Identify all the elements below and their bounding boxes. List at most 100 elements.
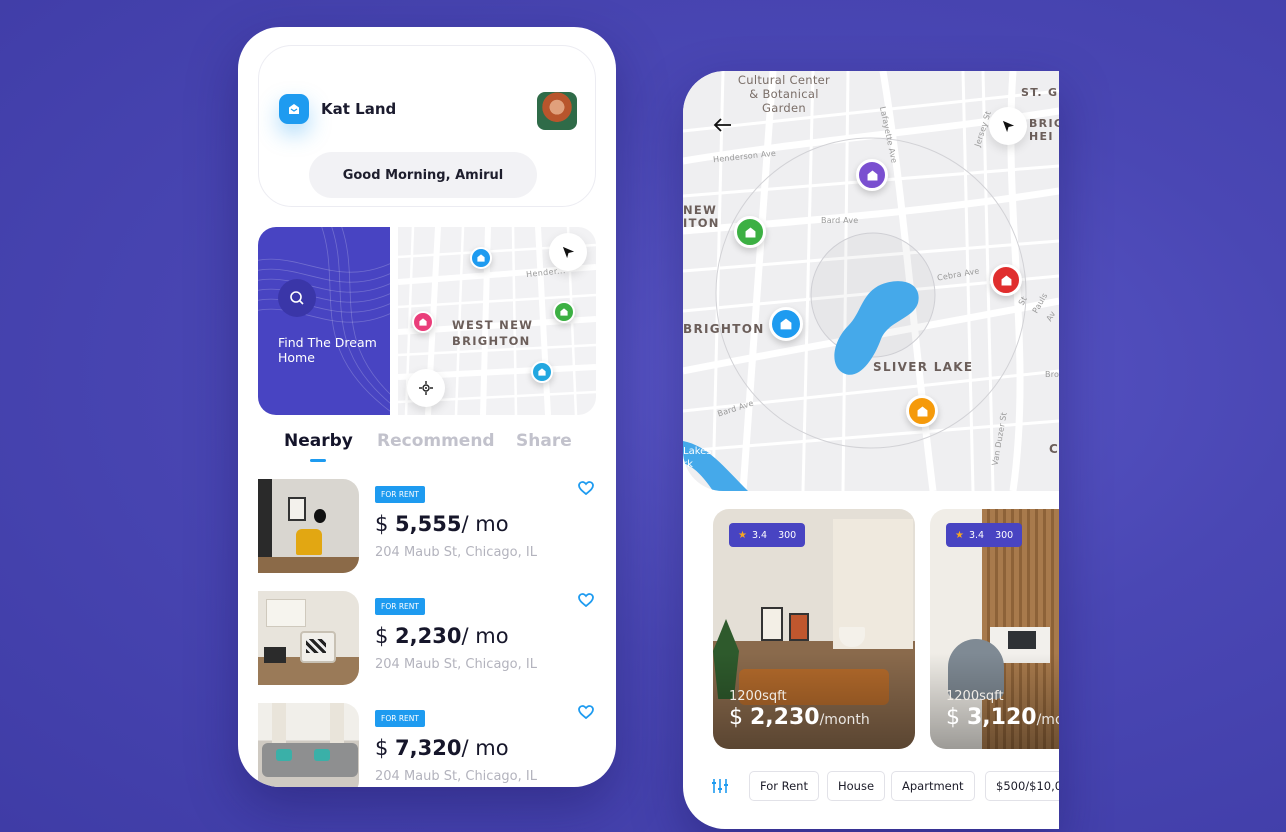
home-icon [1001, 275, 1011, 285]
crosshair-icon [419, 381, 433, 395]
search-icon [290, 291, 304, 305]
price-amount: 7,320 [395, 736, 462, 760]
listing-price: $ 2,230/ mo [375, 624, 509, 648]
mini-map-area-label: WEST NEW BRIGHTON [452, 318, 534, 348]
listing-photo [258, 703, 359, 787]
map-pin-red[interactable] [990, 264, 1022, 296]
map-view[interactable]: Cultural Center & Botanical Garden ST. G… [683, 71, 1059, 491]
filter-chip-house[interactable]: House [827, 771, 886, 801]
home-icon [538, 368, 546, 376]
navigation-arrow-icon [562, 246, 574, 258]
home-icon [780, 318, 792, 330]
home-icon [419, 318, 427, 326]
listing-price: $ 5,555/ mo [375, 512, 509, 536]
app-logo [279, 94, 309, 124]
label-sliver-lake: SLIVER LAKE [873, 360, 974, 374]
filter-bar: For Rent House Apartment $500/$10,00 [711, 771, 1059, 801]
navigate-button[interactable] [549, 233, 587, 271]
price-amount: 2,230 [750, 705, 820, 730]
map-pin-blue-selected[interactable] [769, 307, 803, 341]
home-icon [560, 308, 568, 316]
map-pin-pink[interactable] [412, 311, 434, 333]
filter-chip-apartment[interactable]: Apartment [891, 771, 975, 801]
price-amount: 5,555 [395, 512, 462, 536]
price-amount: 3,120 [967, 705, 1037, 730]
card-price: $ 2,230/month [729, 705, 870, 730]
currency: $ [375, 624, 396, 648]
label-c: C [1049, 442, 1059, 456]
back-button[interactable] [713, 117, 735, 137]
greeting: Good Morning, Amirul [309, 152, 537, 198]
mini-map[interactable]: Hender... WEST NEW BRIGHTON [398, 227, 596, 415]
filter-chip-price-range[interactable]: $500/$10,00 [985, 771, 1059, 801]
active-tab-indicator [310, 459, 326, 462]
tab-recommend[interactable]: Recommend [377, 431, 495, 451]
star-icon: ★ [955, 529, 964, 541]
home-icon [867, 170, 877, 180]
listing-item[interactable]: FOR RENT $ 2,230/ mo 204 Maub St, Chicag… [258, 591, 598, 685]
rating-value: 3.4 [968, 529, 985, 541]
locate-me-button[interactable] [407, 369, 445, 407]
label-st: ST. G [1021, 86, 1059, 99]
phone-home-screen: Kat Land Good Morning, Amirul Find The D… [238, 27, 616, 787]
review-count: 300 [778, 529, 797, 541]
for-rent-badge: FOR RENT [375, 486, 425, 503]
price-period: / mo [461, 736, 509, 760]
card-sqft: 1200sqft [946, 689, 1004, 704]
map-pin-green[interactable] [734, 216, 766, 248]
category-tabs: Nearby Recommend Share [284, 431, 594, 462]
review-count: 300 [995, 529, 1014, 541]
property-card[interactable]: ★ 3.4 300 1200sqft $ 2,230/month [713, 509, 915, 749]
dream-card-title: Find The Dream Home [278, 335, 377, 365]
heart-icon[interactable] [578, 481, 594, 495]
for-rent-badge: FOR RENT [375, 710, 425, 727]
listing-photo [258, 591, 359, 685]
currency: $ [946, 705, 967, 730]
heart-icon[interactable] [578, 705, 594, 719]
tab-nearby[interactable]: Nearby [284, 431, 353, 451]
card-sqft: 1200sqft [729, 689, 787, 704]
label-brig: BRIG HEI [1029, 117, 1059, 143]
rating-badge: ★ 3.4 300 [729, 523, 806, 547]
rating-value: 3.4 [751, 529, 768, 541]
filter-button[interactable] [711, 778, 731, 796]
price-amount: 2,230 [395, 624, 462, 648]
navigation-arrow-icon [1002, 120, 1014, 132]
map-pin-cyan[interactable] [531, 361, 553, 383]
home-icon [477, 254, 485, 262]
rating-badge: ★ 3.4 300 [946, 523, 1023, 547]
listing-address: 204 Maub St, Chicago, IL [375, 657, 537, 672]
card-price: $ 3,120/mon [946, 705, 1059, 730]
currency: $ [375, 736, 396, 760]
home-icon [917, 406, 927, 416]
label-brighton: BRIGHTON [683, 322, 765, 336]
price-period: /month [819, 712, 870, 728]
for-rent-badge: FOR RENT [375, 598, 425, 615]
find-dream-home-card[interactable]: Find The Dream Home [258, 227, 390, 415]
avatar[interactable] [537, 92, 577, 130]
price-period: / mo [461, 512, 509, 536]
map-pin-blue[interactable] [470, 247, 492, 269]
property-card[interactable]: ★ 3.4 300 1200sqft $ 3,120/mon [930, 509, 1059, 749]
arrow-left-icon [713, 118, 731, 132]
app-name: Kat Land [321, 100, 397, 118]
tab-share[interactable]: Share [516, 431, 572, 451]
filter-chip-for-rent[interactable]: For Rent [749, 771, 819, 801]
map-pin-orange[interactable] [906, 395, 938, 427]
listing-item[interactable]: FOR RENT $ 7,320/ mo 204 Maub St, Chicag… [258, 703, 598, 787]
currency: $ [729, 705, 750, 730]
search-button[interactable] [278, 279, 316, 317]
price-period: / mo [461, 624, 509, 648]
listing-item[interactable]: FOR RENT $ 5,555/ mo 204 Maub St, Chicag… [258, 479, 598, 573]
label-cultural-center: Cultural Center & Botanical Garden [737, 73, 831, 115]
listing-photo [258, 479, 359, 573]
heart-icon[interactable] [578, 593, 594, 607]
home-mail-icon [289, 104, 299, 114]
street-bro: Bro [1045, 370, 1059, 379]
listing-price: $ 7,320/ mo [375, 736, 509, 760]
star-icon: ★ [738, 529, 747, 541]
map-pin-purple[interactable] [856, 159, 888, 191]
navigate-button[interactable] [989, 107, 1027, 145]
map-pin-green[interactable] [553, 301, 575, 323]
label-lakes: Lakes rk [683, 446, 712, 470]
